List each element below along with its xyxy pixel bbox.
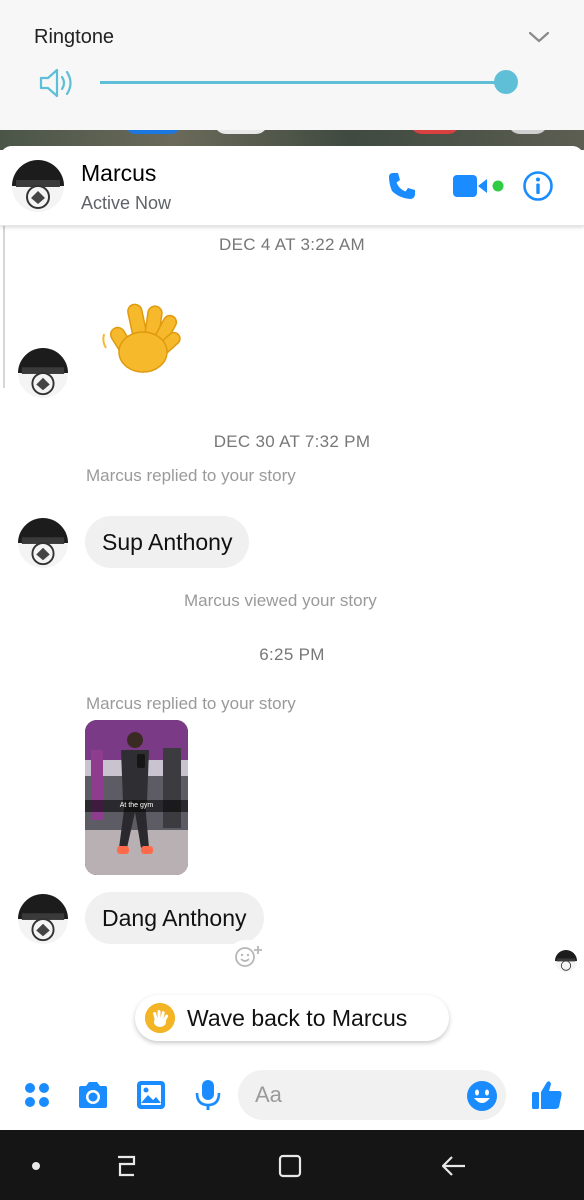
story-caption: At the gym: [85, 800, 188, 812]
story-reply-note[interactable]: Marcus replied to your story: [86, 466, 296, 486]
back-icon[interactable]: [440, 1152, 468, 1180]
add-reaction-icon: [235, 946, 262, 967]
story-photo: [85, 720, 188, 875]
info-icon[interactable]: [522, 170, 554, 202]
message-bubble[interactable]: Sup Anthony: [85, 516, 250, 568]
active-status: Active Now: [81, 193, 172, 213]
wave-back-button[interactable]: Wave back to Marcus: [135, 995, 449, 1041]
avatar[interactable]: [18, 894, 68, 944]
chat-sheet: Marcus Active Now DEC 4 AT 3:22 AM DEC 3…: [0, 146, 584, 1130]
volume-title: Ringtone: [34, 26, 115, 48]
contact-name[interactable]: Marcus: [81, 160, 156, 187]
timestamp: 6:25 PM: [259, 645, 325, 664]
volume-panel: Ringtone: [0, 0, 584, 130]
volume-slider-thumb[interactable]: [494, 70, 518, 94]
thumbs-up-icon[interactable]: [530, 1078, 564, 1112]
story-thumbnail[interactable]: At the gym: [85, 720, 188, 875]
timestamp: DEC 4 AT 3:22 AM: [219, 235, 365, 254]
avatar[interactable]: [18, 348, 68, 398]
volume-slider-fill: [100, 81, 506, 84]
avatar[interactable]: [18, 518, 68, 568]
waving-hand-icon: [145, 1003, 175, 1033]
emoji-icon[interactable]: [466, 1080, 498, 1112]
add-reaction-button[interactable]: [228, 940, 272, 974]
message-bubble[interactable]: Dang Anthony: [85, 892, 264, 944]
read-receipt-avatar: [555, 950, 577, 972]
avatar[interactable]: [12, 160, 64, 212]
dot-icon[interactable]: [22, 1152, 50, 1180]
camera-icon[interactable]: [76, 1078, 110, 1112]
story-viewed-note: Marcus viewed your story: [184, 591, 377, 610]
microphone-icon[interactable]: [191, 1078, 225, 1112]
volume-slider[interactable]: [100, 81, 506, 84]
video-call-icon[interactable]: [452, 173, 506, 199]
more-apps-icon[interactable]: [20, 1078, 54, 1112]
waving-hand-icon[interactable]: [100, 296, 190, 380]
chevron-down-icon[interactable]: [528, 26, 550, 48]
gallery-icon[interactable]: [134, 1078, 168, 1112]
recents-icon[interactable]: [112, 1152, 140, 1180]
speaker-icon[interactable]: [38, 66, 76, 100]
home-icon[interactable]: [276, 1152, 304, 1180]
timestamp: DEC 30 AT 7:32 PM: [213, 432, 371, 451]
story-reply-note[interactable]: Marcus replied to your story: [86, 694, 296, 714]
chat-header: Marcus Active Now: [0, 146, 584, 226]
system-navigation-bar: [0, 1130, 584, 1200]
phone-icon[interactable]: [386, 170, 418, 202]
wave-back-label: Wave back to Marcus: [187, 1005, 408, 1031]
